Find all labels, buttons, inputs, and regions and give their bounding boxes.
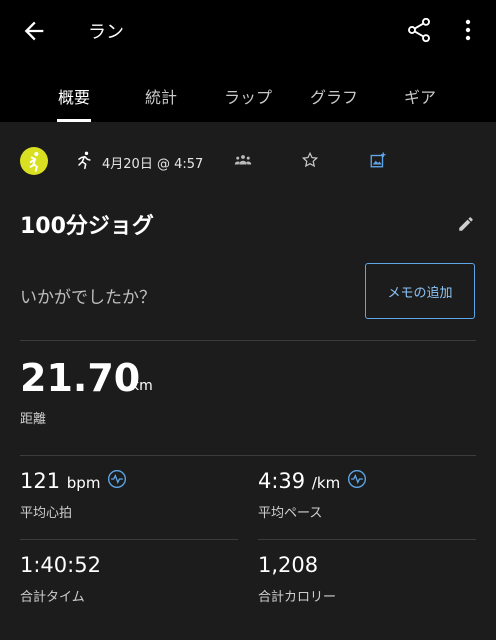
distance-value: 21.70	[20, 356, 141, 400]
more-options-icon[interactable]	[456, 16, 480, 44]
divider	[20, 455, 476, 456]
avg-heart-rate-value: 121 bpm	[20, 469, 100, 493]
avg-heart-rate-label: 平均心拍	[20, 506, 73, 521]
activity-name: 100分ジョグ	[20, 214, 154, 239]
distance-unit: km	[131, 378, 153, 394]
avg-pace-value: 4:39 /km	[258, 469, 340, 493]
divider	[258, 539, 476, 540]
share-icon[interactable]	[405, 16, 433, 44]
avg-heart-rate-unit: bpm	[66, 474, 101, 492]
total-calories-label: 合計カロリー	[258, 590, 337, 605]
people-icon[interactable]	[234, 154, 252, 166]
running-icon	[78, 151, 91, 170]
star-icon[interactable]	[301, 151, 319, 169]
add-note-button[interactable]: メモの追加	[365, 263, 475, 319]
total-time-label: 合計タイム	[20, 590, 85, 605]
page-title: ラン	[88, 22, 124, 43]
back-arrow-icon[interactable]	[20, 17, 48, 45]
heart-rate-chart-icon[interactable]	[107, 469, 127, 489]
tab-stats[interactable]: 統計	[121, 84, 201, 108]
pace-chart-icon[interactable]	[347, 469, 367, 489]
tab-laps[interactable]: ラップ	[208, 84, 288, 108]
active-tab-indicator	[57, 119, 91, 122]
activity-info-row: 4月20日 @ 4:57	[0, 142, 496, 182]
add-photo-icon[interactable]	[369, 151, 387, 169]
avg-pace-unit: /km	[311, 474, 341, 492]
notes-prompt: いかがでしたか？	[20, 288, 156, 308]
total-calories-value: 1,208	[258, 553, 319, 577]
avg-pace-label: 平均ペース	[258, 506, 323, 521]
tab-overview[interactable]: 概要	[34, 84, 114, 108]
app-bar: ラン	[0, 0, 496, 62]
avg-pace-number: 4:39	[258, 469, 306, 493]
total-time-value: 1:40:52	[20, 553, 101, 577]
divider	[20, 539, 238, 540]
edit-pencil-icon[interactable]	[457, 215, 475, 233]
tab-bar: 概要 統計 ラップ グラフ ギア	[0, 62, 496, 122]
divider	[20, 340, 476, 341]
avg-heart-rate-number: 121	[20, 469, 61, 493]
runner-logo-icon	[29, 151, 39, 172]
tab-graphs[interactable]: グラフ	[294, 84, 374, 108]
activity-date: 4月20日 @ 4:57	[102, 157, 204, 172]
runner-logo	[20, 147, 48, 175]
tab-gear[interactable]: ギア	[380, 84, 460, 108]
distance-label: 距離	[20, 412, 47, 427]
